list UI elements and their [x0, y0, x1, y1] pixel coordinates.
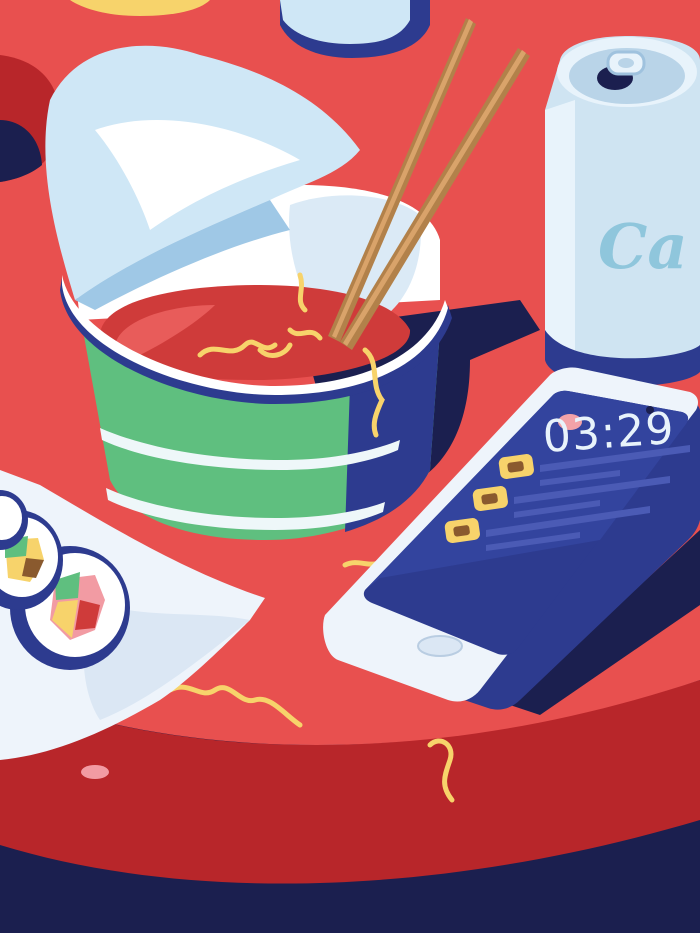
- home-button[interactable]: [417, 635, 463, 657]
- sauce-drop: [81, 765, 109, 779]
- can-shine: [545, 100, 575, 362]
- illustration-canvas: Ca 03:29: [0, 0, 700, 933]
- illustration-scene: Ca 03:29: [0, 0, 700, 933]
- soda-can: Ca: [545, 36, 700, 387]
- pull-tab-icon: [606, 50, 646, 76]
- can-logo: Ca: [598, 210, 688, 283]
